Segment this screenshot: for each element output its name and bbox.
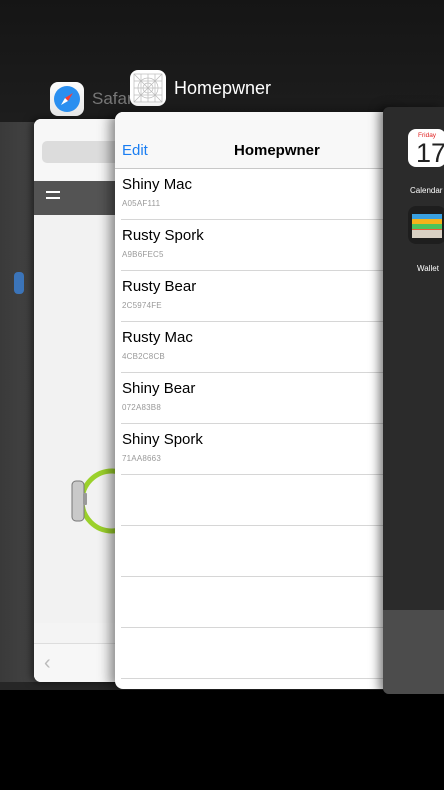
item-name: Rusty Spork bbox=[122, 227, 204, 244]
safari-app-label: Safari bbox=[50, 82, 136, 116]
item-name: Shiny Mac bbox=[122, 176, 193, 193]
empty-table-row bbox=[121, 679, 405, 689]
item-name: Shiny Spork bbox=[122, 431, 203, 448]
table-row[interactable]: Rusty Bear 2C5974FE bbox=[121, 271, 405, 322]
calendar-date: 17 bbox=[416, 138, 444, 167]
table-row[interactable]: Shiny Bear 072A83B8 bbox=[121, 373, 405, 424]
back-chevron-icon: ‹ bbox=[44, 652, 51, 674]
home-screen-card[interactable]: Friday 17 Calendar Wallet bbox=[383, 107, 444, 694]
item-serial: A05AF111 bbox=[122, 199, 161, 208]
table-row[interactable]: Rusty Mac 4CB2C8CB bbox=[121, 322, 405, 373]
edit-button[interactable]: Edit bbox=[122, 142, 148, 159]
item-serial: 4CB2C8CB bbox=[122, 352, 165, 361]
wallet-label: Wallet bbox=[417, 264, 439, 273]
table-row[interactable]: Shiny Spork 71AA8663 bbox=[121, 424, 405, 475]
wallet-icon[interactable] bbox=[408, 206, 444, 244]
item-name: Shiny Bear bbox=[122, 380, 196, 397]
items-table: Shiny Mac A05AF111 Rusty Spork A9B6FEC5 … bbox=[115, 169, 405, 689]
item-serial: 072A83B8 bbox=[122, 403, 161, 412]
calendar-label: Calendar bbox=[410, 186, 443, 195]
calendar-icon[interactable]: Friday 17 bbox=[408, 129, 444, 167]
empty-table-row bbox=[121, 475, 405, 526]
nav-title: Homepwner bbox=[234, 142, 320, 159]
item-name: Rusty Bear bbox=[122, 278, 197, 295]
homepwner-app-label: Homepwner bbox=[130, 70, 271, 106]
homepwner-grid-icon bbox=[130, 70, 166, 106]
item-serial: A9B6FEC5 bbox=[122, 250, 164, 259]
empty-table-row bbox=[121, 526, 405, 577]
safari-compass-icon bbox=[50, 82, 84, 116]
table-row[interactable]: Rusty Spork A9B6FEC5 bbox=[121, 220, 405, 271]
hamburger-icon bbox=[46, 191, 60, 203]
empty-table-row bbox=[121, 577, 405, 628]
empty-table-row bbox=[121, 628, 405, 679]
homepwner-app-card[interactable]: Edit Homepwner Shiny Mac A05AF111 Rusty … bbox=[115, 112, 405, 689]
navigation-bar: Edit Homepwner bbox=[115, 112, 405, 169]
home-screen-dock bbox=[383, 610, 444, 694]
item-serial: 71AA8663 bbox=[122, 454, 161, 463]
homepwner-label-text: Homepwner bbox=[174, 77, 272, 98]
ghost-accent bbox=[14, 272, 24, 294]
table-row[interactable]: Shiny Mac A05AF111 bbox=[121, 169, 405, 220]
app-switcher-bottom bbox=[0, 690, 444, 790]
item-name: Rusty Mac bbox=[122, 329, 193, 346]
item-serial: 2C5974FE bbox=[122, 301, 162, 310]
